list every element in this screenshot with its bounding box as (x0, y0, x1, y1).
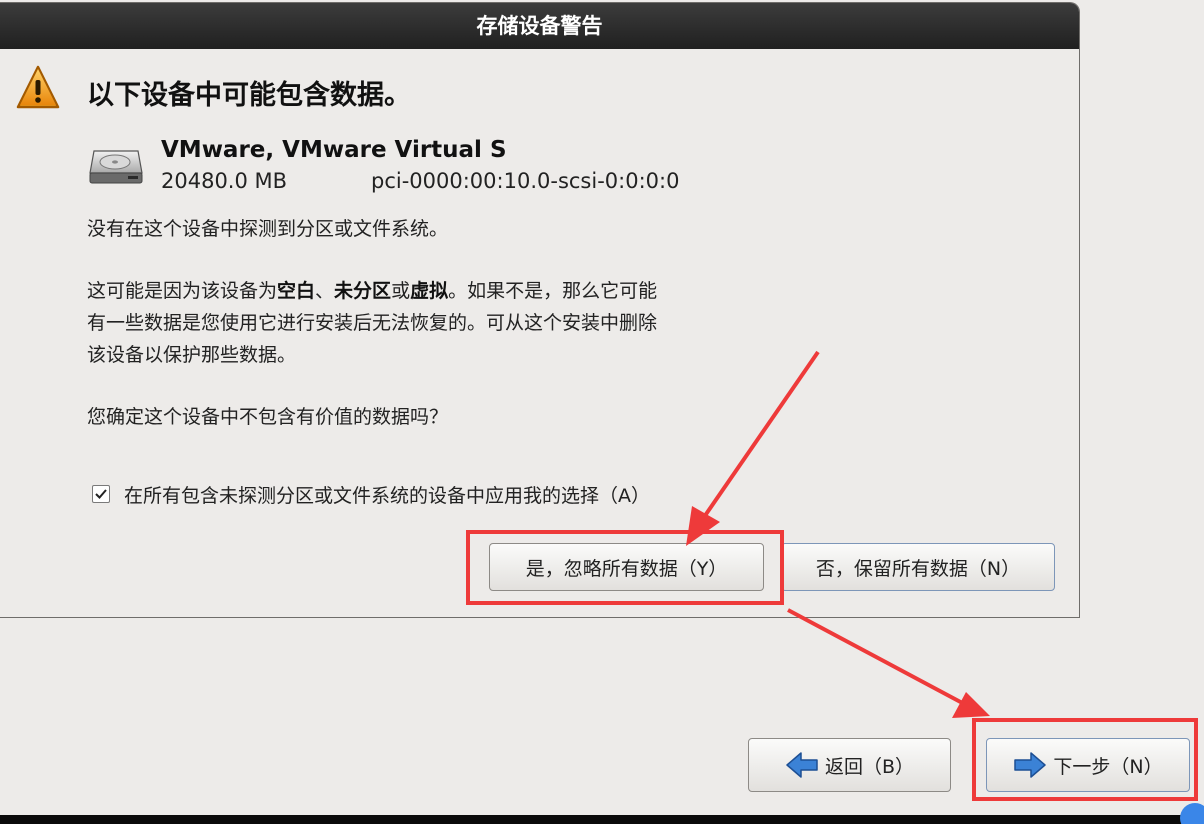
keep-all-data-button[interactable]: 否，保留所有数据（N） (781, 543, 1055, 591)
annotation-arrow-right (787, 608, 990, 718)
annotation-box-ignore (466, 530, 784, 605)
checkmark-icon (95, 489, 107, 499)
bottom-bar (0, 815, 1204, 824)
explanation-line-1: 这可能是因为该设备为空白、未分区或虚拟。如果不是，那么它可能 (87, 275, 657, 307)
apply-to-all-checkbox[interactable] (92, 485, 110, 503)
explanation-message: 这可能是因为该设备为空白、未分区或虚拟。如果不是，那么它可能 有一些数据是您使用… (87, 275, 657, 371)
explanation-text: 这可能是因为该设备为 (87, 280, 278, 302)
explanation-line-2: 有一些数据是您使用它进行安装后无法恢复的。可从这个安装中删除 (87, 312, 658, 334)
dialog-headline: 以下设备中可能包含数据。 (87, 80, 411, 111)
separator: 或 (391, 280, 411, 302)
no-partition-message: 没有在这个设备中探测到分区或文件系统。 (87, 218, 449, 240)
separator: 、 (315, 280, 335, 302)
installer-screen: 存储设备警告 以下设备中可能包含数据。 VMware, VMware Virtu… (0, 0, 1204, 824)
arrow-left-icon (786, 752, 818, 778)
device-path: pci-0000:00:10.0-scsi-0:0:0:0 (371, 169, 680, 193)
confirm-question: 您确定这个设备中不包含有价值的数据吗？ (87, 406, 449, 428)
corner-badge-icon (1180, 803, 1204, 824)
annotation-box-next (972, 718, 1198, 801)
emphasis-virtual: 虚拟 (410, 280, 449, 302)
emphasis-unpartitioned: 未分区 (334, 280, 392, 302)
apply-to-all-option[interactable]: 在所有包含未探测分区或文件系统的设备中应用我的选择（A） (92, 479, 650, 509)
dialog-titlebar: 存储设备警告 (0, 3, 1079, 49)
storage-warning-dialog: 存储设备警告 以下设备中可能包含数据。 VMware, VMware Virtu… (0, 2, 1080, 618)
hard-disk-icon (89, 150, 143, 184)
device-size: 20480.0 MB (161, 169, 288, 193)
keep-all-data-label: 否，保留所有数据（N） (815, 557, 1021, 580)
back-label: 返回（B） (824, 755, 915, 778)
warning-triangle-icon (16, 65, 60, 109)
apply-to-all-label: 在所有包含未探测分区或文件系统的设备中应用我的选择（A） (124, 484, 650, 507)
back-button[interactable]: 返回（B） (748, 738, 951, 792)
device-name: VMware, VMware Virtual S (161, 137, 507, 163)
explanation-line-3: 该设备以保护那些数据。 (87, 344, 297, 366)
emphasis-blank: 空白 (277, 280, 316, 302)
explanation-text: 。如果不是，那么它可能 (448, 280, 658, 302)
dialog-title: 存储设备警告 (476, 14, 603, 38)
